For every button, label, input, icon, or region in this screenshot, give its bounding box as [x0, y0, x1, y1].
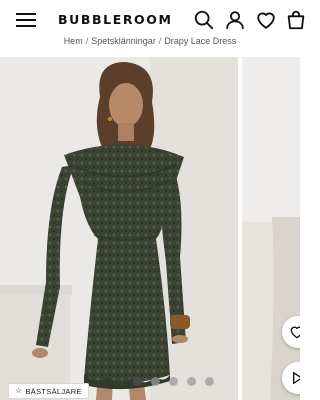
heart-icon[interactable] [255, 9, 277, 31]
breadcrumb: Hem / Spetsklänningar / Drapy Lace Dress [0, 36, 300, 50]
pagination-dot[interactable] [169, 377, 178, 386]
breadcrumb-separator: / [85, 36, 89, 46]
product-image[interactable]: ☆ BÄSTSÄLJARE [0, 57, 238, 400]
star-icon: ☆ [15, 386, 23, 395]
bestseller-label: BÄSTSÄLJARE [25, 386, 82, 396]
breadcrumb-item-current: Drapy Lace Dress [164, 36, 237, 46]
pagination-dot[interactable] [133, 377, 142, 386]
breadcrumb-separator: / [158, 36, 162, 46]
bag-icon[interactable] [285, 9, 307, 31]
bestseller-badge: ☆ BÄSTSÄLJARE [8, 383, 89, 399]
play-icon [293, 372, 300, 384]
menu-icon[interactable] [16, 12, 36, 28]
search-icon[interactable] [193, 9, 215, 31]
next-product-image[interactable] [242, 57, 300, 400]
pagination-dot[interactable] [187, 377, 196, 386]
pagination-dot[interactable] [151, 377, 160, 386]
user-icon[interactable] [224, 9, 246, 31]
site-logo[interactable]: BUBBLEROOM [58, 12, 173, 27]
product-gallery[interactable]: ☆ BÄSTSÄLJARE [0, 57, 300, 400]
breadcrumb-item-category[interactable]: Spetsklänningar [91, 36, 156, 46]
image-pagination [133, 377, 214, 386]
heart-icon [290, 326, 300, 339]
site-header: BUBBLEROOM [0, 0, 305, 40]
pagination-dot[interactable] [205, 377, 214, 386]
breadcrumb-item-home[interactable]: Hem [64, 36, 83, 46]
